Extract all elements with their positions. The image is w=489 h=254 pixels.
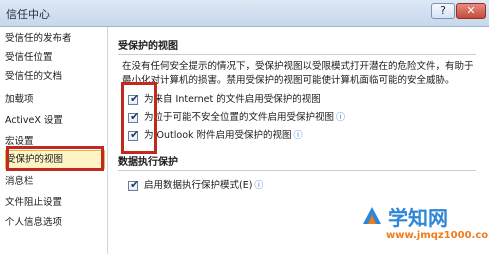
checkbox-highlight-outline (121, 82, 157, 154)
sidebar-highlight-outline (6, 146, 104, 171)
watermark-logo-icon (363, 207, 381, 224)
unsafe-locations-label: 为位于可能不安全位置的文件启用受保护视图 ⓘ (144, 112, 346, 123)
sidebar-item-trusted-publishers[interactable]: 受信任的发布者 (5, 29, 105, 48)
sidebar-item-file-block-settings[interactable]: 文件阻止设置 (5, 193, 105, 212)
dep-mode-label: 启用数据执行保护模式(E) ⓘ (144, 180, 264, 191)
sidebar-item-privacy-options[interactable]: 个人信息选项 (5, 213, 105, 232)
trust-center-window: 信任中心 ? ✕ 受信任的发布者 受信任位置 受信任的文档 加载项 Active… (0, 0, 489, 254)
info-icon[interactable]: ⓘ (294, 131, 303, 141)
sidebar-item-activex-settings[interactable]: ActiveX 设置 (5, 111, 105, 130)
title-bar: 信任中心 ? ✕ (0, 0, 489, 27)
sidebar-item-message-bar[interactable]: 消息栏 (5, 172, 105, 191)
outlook-attachments-label: 为 Outlook 附件启用受保护的视图 ⓘ (144, 130, 303, 141)
watermark-url: www.jmqz1000.com (386, 230, 489, 241)
protected-view-description: 在没有任何安全提示的情况下，受保护视图以受限模式打开潜在的危险文件，有助于最小化… (122, 61, 474, 86)
help-button[interactable]: ? (431, 3, 455, 19)
watermark-title: 学知网 (388, 206, 448, 230)
sidebar-item-add-ins[interactable]: 加载项 (5, 90, 105, 109)
info-icon[interactable]: ⓘ (336, 113, 345, 123)
sidebar-item-trusted-documents[interactable]: 受信任的文档 (5, 67, 105, 86)
internet-files-label: 为来自 Internet 的文件启用受保护的视图 (144, 94, 321, 105)
window-title: 信任中心 (6, 8, 50, 21)
dep-header: 数据执行保护 (118, 154, 476, 171)
watermark: 学知网 www.jmqz1000.com (360, 200, 489, 252)
sidebar-item-trusted-locations[interactable]: 受信任位置 (5, 48, 105, 67)
info-icon[interactable]: ⓘ (254, 181, 263, 191)
sidebar: 受信任的发布者 受信任位置 受信任的文档 加载项 ActiveX 设置 宏设置 … (0, 27, 108, 254)
close-button[interactable]: ✕ (456, 3, 486, 19)
dep-mode-checkbox[interactable]: ✔ (128, 178, 140, 191)
protected-view-header: 受保护的视图 (118, 38, 476, 55)
checkmark-icon: ✔ (130, 178, 140, 191)
